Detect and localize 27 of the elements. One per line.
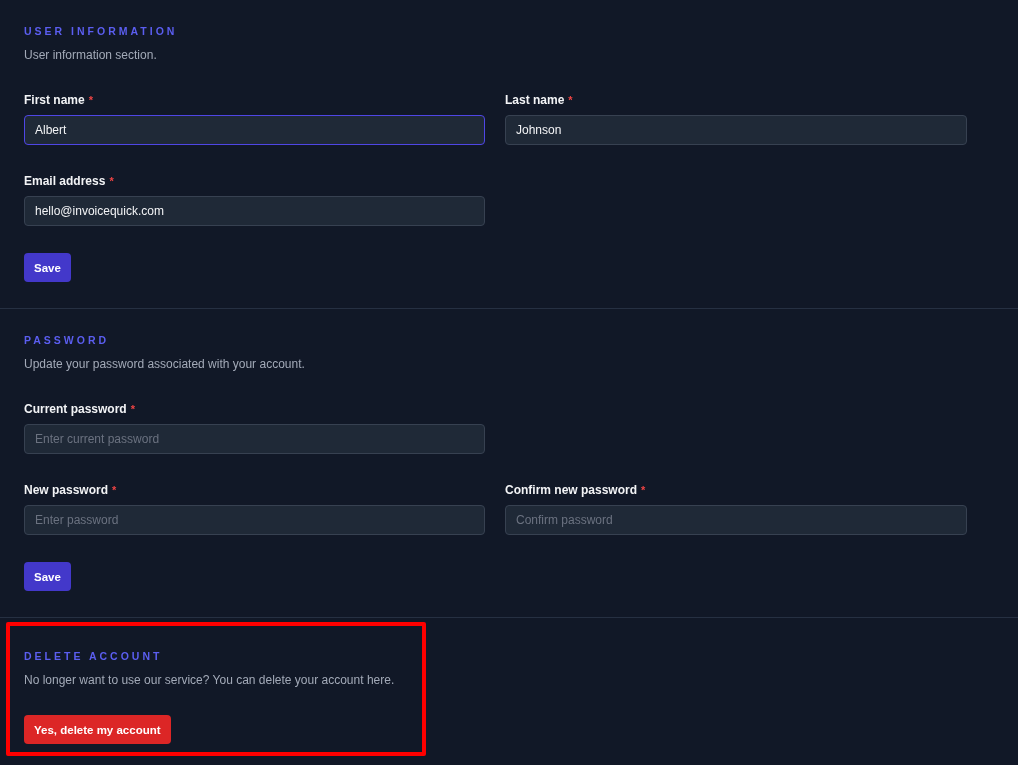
- field-label: Last name: [505, 93, 565, 108]
- required-mark: *: [568, 93, 573, 108]
- section-title: PASSWORD: [24, 334, 111, 347]
- input-field[interactable]: Albert: [24, 115, 485, 145]
- field-label: Current password: [24, 402, 127, 417]
- section-description: Update your password associated with your account.: [24, 356, 306, 372]
- required-mark: *: [112, 483, 117, 498]
- field-label: First name: [24, 93, 85, 108]
- field-label: Email address: [24, 174, 106, 189]
- field-label: Confirm new password: [505, 483, 638, 498]
- section-title: DELETE ACCOUNT: [24, 650, 164, 663]
- required-mark: *: [88, 93, 93, 108]
- section-description: No longer want to use our service? You can delete your account here.: [24, 672, 396, 688]
- required-mark: *: [641, 483, 646, 498]
- required-mark: *: [109, 174, 114, 189]
- required-mark: *: [130, 402, 135, 417]
- input-field[interactable]: Johnson: [505, 115, 967, 145]
- section-description: User information section.: [24, 47, 158, 63]
- save-button[interactable]: Save: [24, 562, 71, 591]
- input-field[interactable]: Confirm password: [505, 505, 967, 535]
- section-title: USER INFORMATION: [24, 25, 179, 38]
- input-field[interactable]: hello@invoicequick.com: [24, 196, 485, 226]
- input-field[interactable]: Enter current password: [24, 424, 485, 454]
- delete-account-button[interactable]: Yes, delete my account: [24, 715, 171, 744]
- field-label: New password: [24, 483, 109, 498]
- input-field[interactable]: Enter password: [24, 505, 485, 535]
- save-button[interactable]: Save: [24, 253, 71, 282]
